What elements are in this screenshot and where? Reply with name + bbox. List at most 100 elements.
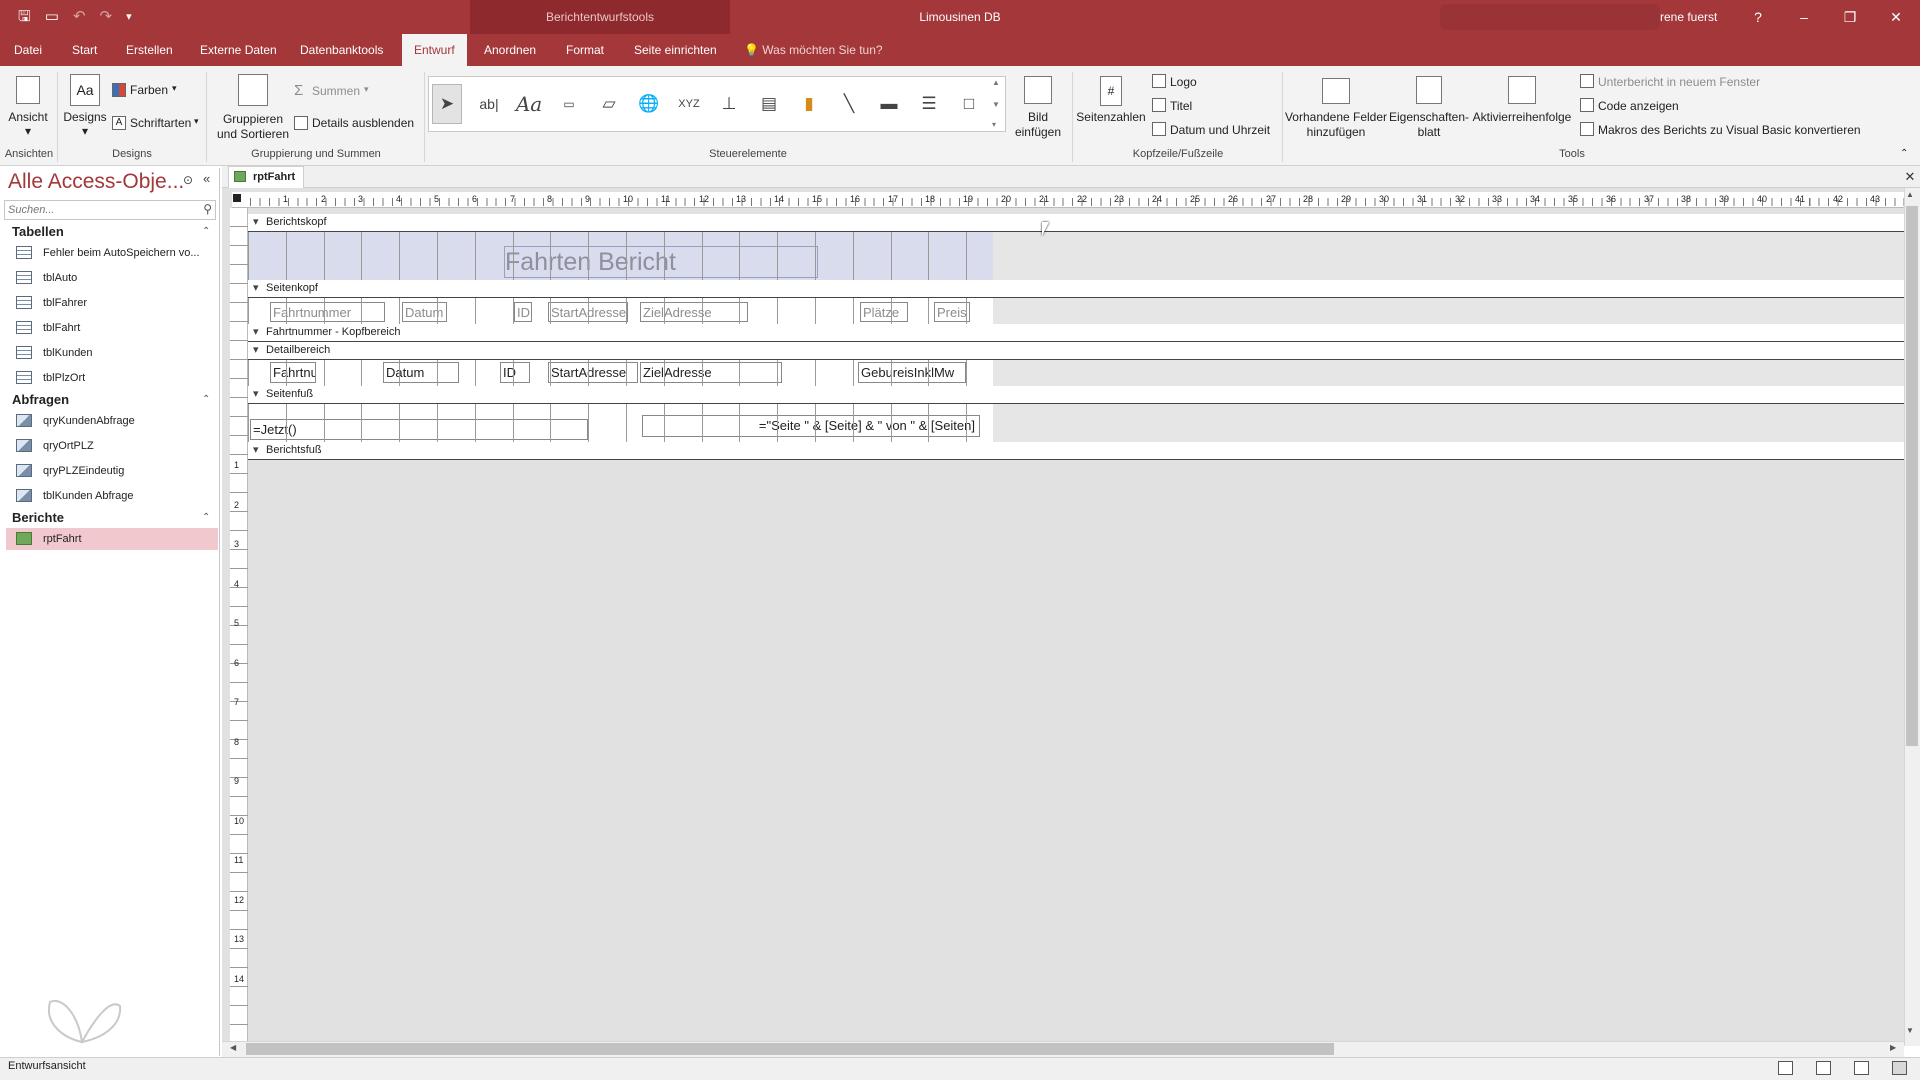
nav-collapse-icon[interactable]: «	[203, 171, 210, 186]
textbox-control-icon[interactable]: ab|	[474, 84, 504, 124]
undo-icon[interactable]: ↶	[73, 6, 86, 28]
collapse-ribbon-icon[interactable]: ⌃	[1900, 148, 1908, 159]
scroll-up-icon[interactable]: ▲	[1906, 190, 1914, 199]
header-label-zieladresse[interactable]: ZielAdresse	[640, 302, 748, 322]
collapse-group-icon[interactable]: ⌃	[202, 226, 210, 237]
gallery-scroll-up-icon[interactable]: ▲	[992, 78, 1000, 87]
schriftarten-dropdown-icon[interactable]: ▾	[194, 116, 199, 127]
section-detailbereich[interactable]: Detailbereich	[248, 342, 1904, 360]
toggle-button-icon[interactable]: ▬	[874, 84, 904, 124]
scroll-left-icon[interactable]: ◀	[230, 1043, 236, 1052]
tab-entwurf[interactable]: Entwurf	[402, 34, 467, 66]
section-seitenfuss[interactable]: Seitenfuß	[248, 386, 1904, 404]
horizontal-scroll-thumb[interactable]	[246, 1043, 1334, 1055]
collapse-group-icon[interactable]: ⌃	[202, 512, 210, 523]
vertical-scroll-thumb[interactable]	[1906, 206, 1918, 746]
vorhandene-felder-button[interactable]: Vorhandene Felder hinzufügen	[1284, 110, 1388, 140]
aktivierreihenfolge-button[interactable]: Aktivierreihenfolge	[1472, 110, 1572, 125]
tab-start[interactable]: Start	[66, 34, 103, 66]
designs-dropdown-icon[interactable]: ▾	[60, 124, 110, 139]
subreport-icon[interactable]	[1580, 74, 1594, 88]
report-title-label[interactable]: Fahrten Bericht	[504, 246, 818, 278]
designs-icon[interactable]: Aa	[70, 74, 100, 106]
header-label-preis[interactable]: Preis	[934, 302, 970, 322]
nav-group-abfragen[interactable]: Abfragen	[12, 392, 69, 407]
close-document-icon[interactable]: ✕	[1900, 166, 1920, 188]
gruppieren-sortieren-button[interactable]: Gruppieren und Sortieren	[214, 112, 292, 142]
tab-format[interactable]: Format	[560, 34, 610, 66]
view-code-icon[interactable]	[1580, 98, 1594, 112]
line-control-icon[interactable]: ╲	[834, 84, 864, 124]
makros-konvertieren-button[interactable]: Makros des Berichts zu Visual Basic konv…	[1598, 123, 1861, 137]
nav-item-report[interactable]: rptFahrt	[6, 528, 218, 550]
property-sheet-icon[interactable]	[1416, 76, 1442, 104]
logo-icon[interactable]	[1152, 74, 1166, 88]
scroll-right-icon[interactable]: ▶	[1890, 1043, 1896, 1052]
date-time-icon[interactable]	[1152, 122, 1166, 136]
collapse-group-icon[interactable]: ⌃	[202, 394, 210, 405]
close-button[interactable]: ✕	[1874, 0, 1918, 34]
summen-dropdown-icon[interactable]: ▾	[364, 84, 369, 95]
summen-button[interactable]: Summen	[312, 84, 360, 98]
titel-button[interactable]: Titel	[1170, 99, 1192, 113]
view-icon[interactable]	[16, 76, 40, 104]
unterbericht-button[interactable]: Unterbericht in neuem Fenster	[1598, 75, 1760, 89]
details-ausblenden-button[interactable]: Details ausblenden	[312, 116, 414, 130]
design-view-icon[interactable]	[1892, 1061, 1907, 1075]
image-insert-icon[interactable]	[1024, 76, 1052, 104]
button-control-icon[interactable]: ▭	[554, 84, 584, 124]
page-numbers-icon[interactable]: #	[1100, 76, 1122, 106]
rectangle-control-icon[interactable]: □	[954, 84, 984, 124]
title-icon[interactable]	[1152, 98, 1166, 112]
tab-order-icon[interactable]	[1508, 76, 1536, 104]
gallery-more-icon[interactable]: ▾	[992, 120, 996, 129]
customize-qat-icon[interactable]: ▾	[126, 6, 132, 28]
group-sort-icon[interactable]	[238, 74, 268, 106]
minimize-button[interactable]: –	[1782, 0, 1826, 34]
detail-field-fahrtnummer[interactable]: Fahrtnu	[270, 362, 316, 383]
nav-dropdown-icon[interactable]: ⊙	[183, 173, 193, 187]
header-label-id[interactable]: ID	[514, 302, 532, 322]
designs-button[interactable]: Designs	[60, 110, 110, 125]
logo-button[interactable]: Logo	[1170, 75, 1197, 89]
section-berichtskopf[interactable]: Berichtskopf	[248, 214, 1904, 232]
chart-control-icon[interactable]: ▮	[794, 84, 824, 124]
nav-item-table[interactable]: tblFahrer	[6, 292, 218, 314]
colors-icon[interactable]	[112, 83, 126, 97]
eigenschaftenblatt-button[interactable]: Eigenschaften-blatt	[1386, 110, 1472, 140]
help-button[interactable]: ?	[1736, 0, 1780, 34]
save-icon[interactable]: 🖫	[18, 6, 31, 28]
nav-item-table[interactable]: tblAuto	[6, 267, 218, 289]
nav-item-table[interactable]: Fehler beim AutoSpeichern vo...	[6, 242, 218, 264]
farben-dropdown-icon[interactable]: ▾	[172, 83, 177, 94]
hyperlink-control-icon[interactable]: 🌐	[634, 84, 664, 124]
report-view-icon[interactable]	[1778, 1061, 1793, 1075]
datum-uhrzeit-button[interactable]: Datum und Uhrzeit	[1170, 123, 1270, 137]
print-preview-icon[interactable]	[1816, 1061, 1831, 1075]
restore-button[interactable]: ❐	[1828, 0, 1872, 34]
detail-field-zieladresse[interactable]: ZielAdresse	[640, 362, 782, 383]
fonts-icon[interactable]: A	[112, 116, 126, 130]
nav-group-tabellen[interactable]: Tabellen	[12, 224, 64, 239]
code-anzeigen-button[interactable]: Code anzeigen	[1598, 99, 1679, 113]
option-group-icon[interactable]: XYZ	[674, 84, 704, 124]
tab-datei[interactable]: Datei	[8, 34, 48, 66]
label-control-icon[interactable]: Aa	[514, 84, 544, 124]
redo-icon[interactable]: ↷	[100, 6, 113, 28]
search-icon[interactable]: ⚲	[203, 202, 212, 216]
combobox-control-icon[interactable]: ▤	[754, 84, 784, 124]
page-break-icon[interactable]: ⊥	[714, 84, 744, 124]
farben-button[interactable]: Farben	[130, 83, 168, 97]
convert-macros-icon[interactable]	[1580, 122, 1594, 136]
footer-page-number-field[interactable]: ="Seite " & [Seite] & " von " & [Seiten]	[642, 415, 980, 437]
detail-field-startadresse[interactable]: StartAdresse	[548, 362, 638, 383]
tab-externe-daten[interactable]: Externe Daten	[194, 34, 283, 66]
nav-item-query[interactable]: tblKunden Abfrage	[6, 485, 218, 507]
nav-item-table[interactable]: tblKunden	[6, 342, 218, 364]
gallery-scroll-down-icon[interactable]: ▼	[992, 100, 1000, 109]
header-label-fahrtnummer[interactable]: Fahrtnummer	[270, 302, 385, 322]
ansicht-dropdown-icon[interactable]: ▾	[4, 124, 52, 139]
nav-item-table[interactable]: tblFahrt	[6, 317, 218, 339]
report-selector[interactable]	[233, 194, 241, 202]
footer-now-field[interactable]: =Jetzt()	[250, 419, 588, 440]
